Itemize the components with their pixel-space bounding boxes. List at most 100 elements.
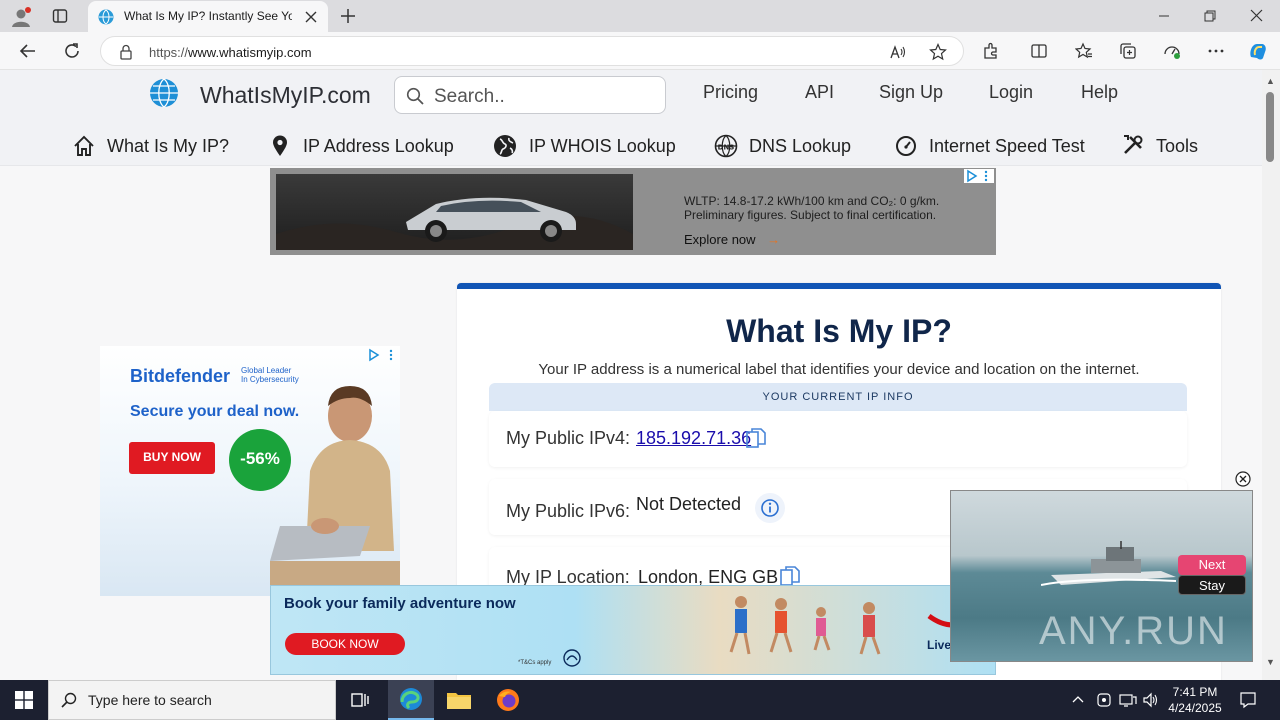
more-menu-icon[interactable]	[1204, 39, 1228, 63]
clock-date: 4/24/2025	[1168, 701, 1222, 715]
nav-api[interactable]: API	[805, 82, 834, 103]
copy-location-icon[interactable]	[779, 565, 801, 587]
book-now-button[interactable]: BOOK NOW	[285, 633, 405, 655]
travel-ad-headline: Book your family adventure now	[284, 595, 516, 612]
nav-pricing[interactable]: Pricing	[703, 82, 758, 103]
favorites-icon[interactable]	[1072, 39, 1096, 63]
tools-icon	[1122, 134, 1144, 156]
video-next-button[interactable]: Next	[1178, 555, 1246, 575]
anyrun-watermark: ANY.RUN	[1039, 609, 1228, 653]
web-page: WhatIsMyIP.com Search.. Pricing API Sign…	[0, 70, 1262, 680]
svg-text:DNS: DNS	[718, 144, 735, 152]
url-text[interactable]: https://www.whatismyip.com	[149, 45, 312, 60]
site-header: WhatIsMyIP.com Search.. Pricing API Sign…	[0, 70, 1262, 166]
back-icon[interactable]	[16, 39, 40, 63]
ad-line-1: WLTP: 14.8-17.2 kWh/100 km and CO₂: 0 g/…	[684, 194, 940, 208]
ad-car-image	[276, 174, 633, 250]
lock-icon[interactable]	[119, 44, 133, 60]
meet-now-icon[interactable]	[1096, 692, 1112, 708]
buy-now-button[interactable]: BUY NOW	[129, 442, 215, 474]
nav-tools[interactable]: Tools	[1156, 136, 1198, 157]
network-icon[interactable]	[1119, 692, 1137, 708]
active-tab[interactable]: What Is My IP? Instantly See Your	[88, 1, 328, 32]
globe-logo-icon[interactable]	[149, 78, 179, 108]
travel-brand-text: Live	[927, 638, 952, 652]
ad-explore-label: Explore now	[684, 232, 756, 247]
video-stay-button[interactable]: Stay	[1178, 575, 1246, 595]
copilot-icon[interactable]	[1246, 39, 1270, 63]
url-scheme: https://	[149, 45, 189, 60]
firefox-icon[interactable]	[496, 688, 520, 712]
windows-start-icon[interactable]	[15, 691, 33, 709]
site-favicon-icon	[98, 9, 114, 25]
home-icon	[73, 135, 95, 157]
adchoices-left-icon[interactable]	[366, 348, 396, 362]
tagline-line-1: Global Leader	[241, 366, 292, 375]
address-bar[interactable]: https://www.whatismyip.com	[100, 36, 964, 66]
search-placeholder: Search..	[434, 86, 505, 107]
split-screen-icon[interactable]	[1027, 39, 1051, 63]
current-ip-info-header: YOUR CURRENT IP INFO	[489, 383, 1187, 411]
taskbar-search-placeholder: Type here to search	[88, 692, 212, 708]
tui-logo-icon	[562, 648, 582, 668]
file-explorer-icon[interactable]	[446, 689, 472, 711]
close-video-icon[interactable]	[1235, 471, 1251, 487]
site-search-input[interactable]: Search..	[394, 76, 666, 114]
close-tab-icon[interactable]	[304, 10, 318, 24]
nav-login[interactable]: Login	[989, 82, 1033, 103]
restore-icon[interactable]	[1204, 10, 1216, 22]
tab-actions-icon[interactable]	[52, 8, 68, 24]
nav-dns-lookup[interactable]: DNS Lookup	[749, 136, 851, 157]
nav-ip-whois-lookup[interactable]: IP WHOIS Lookup	[529, 136, 676, 157]
read-aloud-icon[interactable]	[889, 43, 907, 61]
scroll-down-arrow-icon[interactable]: ▼	[1266, 657, 1275, 667]
extensions-icon[interactable]	[979, 39, 1003, 63]
edge-taskbar-icon[interactable]	[388, 680, 434, 720]
ipv4-value-link[interactable]: 185.192.71.36	[636, 428, 751, 449]
scroll-thumb[interactable]	[1266, 92, 1274, 162]
performance-icon[interactable]	[1160, 39, 1184, 63]
ad-person-image	[270, 376, 400, 596]
info-icon[interactable]	[755, 493, 785, 523]
nav-internet-speed-test[interactable]: Internet Speed Test	[929, 136, 1085, 157]
windows-taskbar: Type here to search 7:41 PM 4/24/2025	[0, 680, 1280, 720]
tray-chevron-icon[interactable]	[1072, 694, 1084, 706]
nav-what-is-my-ip[interactable]: What Is My IP?	[107, 136, 229, 157]
browser-toolbar: https://www.whatismyip.com	[0, 32, 1280, 70]
refresh-icon[interactable]	[60, 39, 84, 63]
bottom-travel-ad[interactable]: Book your family adventure now BOOK NOW …	[270, 585, 996, 675]
site-logo-text[interactable]: WhatIsMyIP.com	[200, 82, 371, 109]
close-window-icon[interactable]	[1250, 9, 1263, 22]
notifications-icon[interactable]	[1239, 691, 1257, 709]
tab-strip: What Is My IP? Instantly See Your	[0, 0, 1280, 32]
beach-people-image	[711, 592, 911, 672]
new-tab-icon[interactable]	[340, 8, 356, 24]
taskbar-clock[interactable]: 7:41 PM 4/24/2025	[1162, 684, 1228, 716]
collections-icon[interactable]	[1116, 39, 1140, 63]
nav-sign-up[interactable]: Sign Up	[879, 82, 943, 103]
minimize-icon[interactable]	[1158, 10, 1170, 22]
volume-icon[interactable]	[1142, 692, 1160, 708]
ipv6-value: Not Detected	[636, 494, 742, 514]
copy-icon[interactable]	[745, 427, 767, 449]
scroll-up-arrow-icon[interactable]: ▲	[1266, 76, 1275, 86]
page-scrollbar[interactable]: ▲ ▼	[1262, 70, 1280, 680]
nav-ip-address-lookup[interactable]: IP Address Lookup	[303, 136, 454, 157]
speedometer-icon	[895, 135, 917, 157]
fineprint: *T&Cs apply	[518, 660, 552, 666]
dns-globe-icon: DNS	[714, 134, 738, 158]
search-icon	[406, 87, 424, 105]
nav-help[interactable]: Help	[1081, 82, 1118, 103]
top-banner-ad[interactable]: WLTP: 14.8-17.2 kWh/100 km and CO₂: 0 g/…	[270, 168, 996, 255]
taskbar-search-box[interactable]: Type here to search	[48, 680, 336, 720]
left-bitdefender-ad[interactable]: Bitdefender Global Leader In Cybersecuri…	[100, 346, 400, 596]
task-view-icon[interactable]	[350, 690, 370, 710]
ad-explore-link[interactable]: Explore now →	[684, 232, 780, 247]
favorite-star-icon[interactable]	[929, 43, 947, 61]
profile-icon[interactable]	[10, 6, 32, 28]
page-title: What Is My IP?	[726, 313, 952, 349]
floating-video-player[interactable]: Next Stay ANY.RUN	[950, 490, 1253, 662]
ipv4-label: My Public IPv4:	[506, 428, 631, 448]
bitdefender-brand: Bitdefender	[130, 366, 231, 386]
adchoices-icon[interactable]	[964, 169, 994, 183]
